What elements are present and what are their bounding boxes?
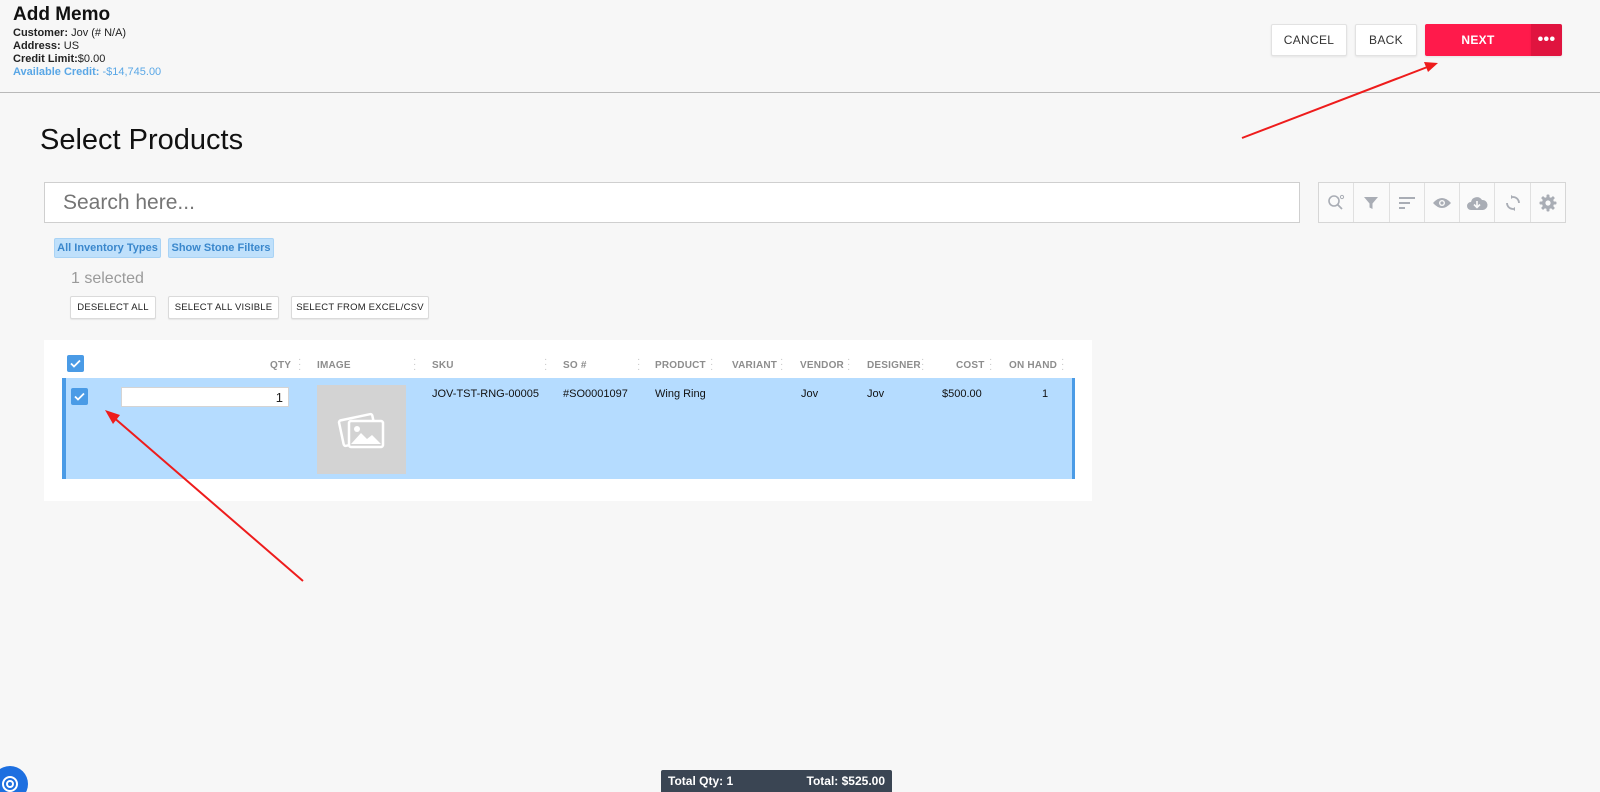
row-select-checkbox[interactable] xyxy=(71,388,88,405)
customer-value: Jov (# N/A) xyxy=(68,27,127,39)
image-placeholder-icon xyxy=(337,412,384,448)
qty-input[interactable] xyxy=(121,387,289,407)
column-menu-icon[interactable]: · · · xyxy=(544,355,548,375)
cost-cell: $500.00 xyxy=(942,388,982,400)
cloud-download-icon[interactable] xyxy=(1460,183,1496,222)
credit-limit-info: Credit Limit:$0.00 xyxy=(13,53,105,65)
credit-limit-label: Credit Limit: xyxy=(13,53,78,65)
show-stone-filters-chip[interactable]: Show Stone Filters xyxy=(168,238,274,258)
credit-limit-value: $0.00 xyxy=(77,53,106,65)
available-credit-info: Available Credit: -$14,745.00 xyxy=(13,66,161,78)
column-header-qty[interactable]: QTY xyxy=(270,360,291,371)
column-menu-icon[interactable]: · · · xyxy=(780,355,784,375)
sort-icon[interactable] xyxy=(1390,183,1425,222)
column-menu-icon[interactable]: · · · xyxy=(921,355,925,375)
address-value: US xyxy=(60,40,80,52)
gear-icon[interactable] xyxy=(1531,183,1565,222)
selected-count: 1 selected xyxy=(71,270,144,287)
next-button[interactable]: NEXT xyxy=(1425,24,1531,56)
column-header-cost[interactable]: COST xyxy=(956,360,985,371)
designer-cell: Jov xyxy=(867,388,885,400)
grid-toolbar xyxy=(1318,182,1566,223)
refresh-icon[interactable] xyxy=(1495,183,1531,222)
vendor-cell: Jov xyxy=(801,388,819,400)
product-cell: Wing Ring xyxy=(655,388,706,400)
cancel-button[interactable]: CANCEL xyxy=(1271,24,1347,56)
available-credit-label: Available Credit: xyxy=(13,66,100,78)
column-menu-icon[interactable]: · · · xyxy=(989,355,993,375)
page-title: Add Memo xyxy=(13,4,111,25)
select-all-checkbox[interactable] xyxy=(67,355,84,372)
address-label: Address: xyxy=(13,40,61,52)
column-header-variant[interactable]: VARIANT xyxy=(732,360,777,371)
all-inventory-types-chip[interactable]: All Inventory Types xyxy=(54,238,161,258)
sku-cell: JOV-TST-RNG-00005 xyxy=(432,388,539,400)
address-info: Address: US xyxy=(13,40,79,52)
back-button[interactable]: BACK xyxy=(1355,24,1417,56)
column-menu-icon[interactable]: · · · xyxy=(710,355,714,375)
section-title: Select Products xyxy=(40,124,244,156)
column-header-product[interactable]: PRODUCT xyxy=(655,360,706,371)
help-button[interactable] xyxy=(0,766,28,792)
select-all-visible-button[interactable]: SELECT ALL VISIBLE xyxy=(168,296,279,319)
eye-icon[interactable] xyxy=(1425,183,1461,222)
search-input[interactable] xyxy=(44,182,1300,223)
search-settings-icon[interactable] xyxy=(1319,183,1355,222)
available-credit-value: -$14,745.00 xyxy=(99,66,162,78)
deselect-all-button[interactable]: DESELECT ALL xyxy=(70,296,156,319)
column-header-designer[interactable]: DESIGNER xyxy=(867,360,921,371)
page-header: Add Memo Customer: Jov (# N/A) Address: … xyxy=(0,0,1600,93)
total-qty: Total Qty: 1 xyxy=(668,774,734,788)
customer-info: Customer: Jov (# N/A) xyxy=(13,27,126,39)
help-icon xyxy=(2,776,18,792)
column-header-image[interactable]: IMAGE xyxy=(317,360,351,371)
column-menu-icon[interactable]: · · · xyxy=(637,355,641,375)
select-from-excel-button[interactable]: SELECT FROM EXCEL/CSV xyxy=(291,296,429,319)
total-amount: Total: $525.00 xyxy=(806,774,885,788)
column-menu-icon[interactable]: · · · xyxy=(413,355,417,375)
column-menu-icon[interactable]: · · · xyxy=(847,355,851,375)
column-header-on-hand[interactable]: ON HAND xyxy=(1009,360,1057,371)
so-cell: #SO0001097 xyxy=(563,388,628,400)
customer-label: Customer: xyxy=(13,27,69,39)
column-menu-icon[interactable]: · · · xyxy=(1061,355,1065,375)
column-header-vendor[interactable]: VENDOR xyxy=(800,360,844,371)
column-header-so[interactable]: SO # xyxy=(563,360,587,371)
on-hand-cell: 1 xyxy=(1042,388,1049,400)
more-options-button[interactable]: ••• xyxy=(1531,24,1562,56)
filter-icon[interactable] xyxy=(1354,183,1390,222)
totals-bar: Total Qty: 1 Total: $525.00 xyxy=(661,770,892,792)
column-menu-icon[interactable]: · · · xyxy=(298,355,302,375)
column-header-sku[interactable]: SKU xyxy=(432,360,454,371)
product-image-placeholder xyxy=(317,385,406,474)
